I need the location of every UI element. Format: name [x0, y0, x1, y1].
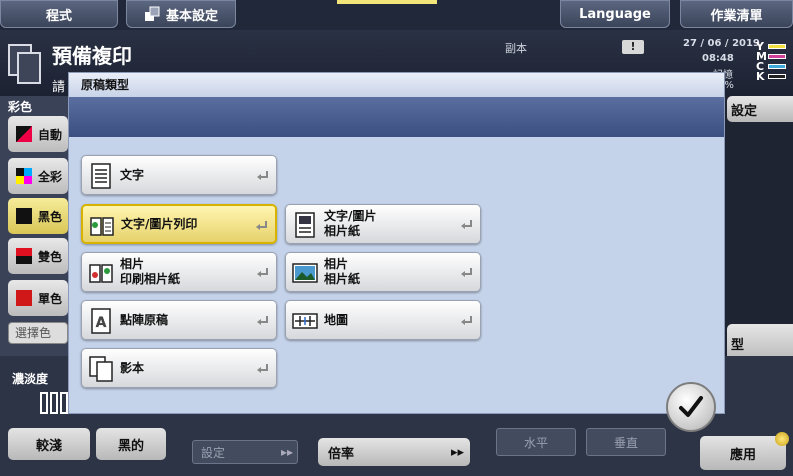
- horizontal-button[interactable]: 水平: [496, 428, 576, 456]
- option-text[interactable]: 文字: [81, 155, 277, 195]
- option-dot-matrix[interactable]: A 點陣原稿: [81, 300, 277, 340]
- double-arrow-icon: ▸▸: [450, 444, 464, 460]
- enter-arrow-icon: [257, 316, 268, 325]
- job-list-button[interactable]: 作業清單: [680, 0, 793, 28]
- date-display: 27 / 06 / 2019: [683, 38, 760, 49]
- option-text-photo-paper[interactable]: 文字/圖片 相片紙: [285, 204, 481, 244]
- option-photo-printed-line1: 相片: [120, 257, 145, 271]
- basic-settings-button[interactable]: 基本設定: [126, 0, 236, 28]
- setting-button[interactable]: 設定 ▸▸: [192, 440, 298, 464]
- enter-arrow-icon: [461, 220, 472, 229]
- option-map[interactable]: 地圖: [285, 300, 481, 340]
- copies-label: 副本: [505, 42, 527, 55]
- color-single-button[interactable]: 單色: [8, 280, 68, 316]
- color-two-label: 雙色: [38, 249, 63, 264]
- option-copy-label: 影本: [120, 360, 145, 375]
- color-black-button[interactable]: 黑色: [8, 198, 68, 234]
- status-led-icon: [775, 432, 789, 446]
- basic-settings-label: 基本設定: [165, 8, 218, 24]
- lighter-button[interactable]: 較淺: [8, 428, 90, 460]
- zoom-button[interactable]: 倍率 ▸▸: [318, 438, 470, 466]
- text-document-icon: [91, 163, 111, 189]
- toner-levels: Y M C K: [756, 41, 767, 83]
- zoom-label: 倍率: [328, 446, 355, 462]
- printed-photo-icon: [89, 264, 113, 283]
- color-auto-label: 自動: [38, 127, 63, 142]
- color-two-button[interactable]: 雙色: [8, 238, 68, 274]
- darker-button[interactable]: 黑的: [96, 428, 166, 460]
- select-color-button[interactable]: 選擇色: [8, 322, 68, 344]
- book-icon: [90, 217, 114, 236]
- toner-c-bar: [768, 64, 786, 69]
- density-label: 濃淡度: [12, 372, 49, 386]
- text-photo-document-icon: [295, 212, 315, 238]
- apply-button[interactable]: 應用: [700, 436, 786, 470]
- enter-arrow-icon: [257, 171, 268, 180]
- double-arrow-icon: ▸▸: [280, 445, 293, 459]
- color-black-label: 黑色: [38, 209, 63, 224]
- color-full-button[interactable]: 全彩: [8, 158, 68, 194]
- color-full-label: 全彩: [38, 169, 63, 184]
- enter-arrow-icon: [257, 268, 268, 277]
- color-section-label: 彩色: [8, 100, 33, 114]
- warning-icon[interactable]: !: [622, 40, 644, 54]
- option-photo-paper-line1: 相片: [324, 257, 349, 271]
- top-bar: [0, 0, 793, 30]
- enter-arrow-icon: [461, 316, 472, 325]
- program-button[interactable]: 程式: [0, 0, 118, 28]
- single-color-icon: [16, 290, 32, 306]
- copied-document-icon: [89, 356, 113, 382]
- language-button[interactable]: Language: [560, 0, 670, 28]
- option-text-photo-printed[interactable]: 文字/圖片列印: [81, 204, 277, 244]
- option-text-label: 文字: [120, 167, 145, 182]
- dot-matrix-icon: A: [91, 308, 111, 334]
- full-color-icon: [16, 168, 32, 184]
- option-text-photo-paper-line2: 相片紙: [324, 224, 361, 238]
- option-dot-matrix-label: 點陣原稿: [120, 312, 169, 327]
- option-photo-paper[interactable]: 相片 相片紙: [285, 252, 481, 292]
- dialog-header-band: [69, 97, 724, 137]
- photo-landscape-icon: [292, 263, 318, 283]
- original-type-dialog: 原稿類型 文字 文字/圖片列印 文字/圖片 相片紙 相片 印刷相片紙 相片 相片…: [68, 72, 725, 414]
- black-color-icon: [16, 208, 32, 224]
- time-display: 08:48: [702, 53, 734, 64]
- enter-arrow-icon: [256, 221, 267, 230]
- checkmark-icon: [679, 396, 703, 417]
- enter-arrow-icon: [461, 268, 472, 277]
- vertical-button[interactable]: 垂直: [586, 428, 666, 456]
- setting-label: 設定: [201, 445, 226, 460]
- option-photo-printed[interactable]: 相片 印刷相片紙: [81, 252, 277, 292]
- settings-button[interactable]: 設定: [727, 96, 793, 122]
- option-copy[interactable]: 影本: [81, 348, 277, 388]
- ok-button[interactable]: [666, 382, 716, 432]
- color-single-label: 單色: [38, 291, 63, 306]
- two-color-icon: [16, 248, 32, 264]
- copy-mode-icon: [8, 44, 41, 84]
- density-indicator-icon: [40, 392, 68, 414]
- status-message: 請: [52, 80, 66, 95]
- svg-text:A: A: [96, 315, 107, 331]
- toner-m-bar: [768, 54, 786, 59]
- option-map-label: 地圖: [324, 312, 349, 327]
- auto-color-icon: [16, 126, 32, 142]
- toner-k-bar: [768, 74, 786, 79]
- option-photo-paper-line2: 相片紙: [324, 272, 361, 286]
- option-text-photo-paper-line1: 文字/圖片: [324, 209, 377, 223]
- option-text-photo-printed-label: 文字/圖片列印: [121, 216, 198, 231]
- page-title: 預備複印: [52, 44, 132, 68]
- status-indicator-bar: [337, 0, 437, 4]
- map-icon: [292, 313, 318, 329]
- toner-k-label: K: [756, 70, 765, 83]
- color-auto-button[interactable]: 自動: [8, 116, 68, 152]
- option-photo-printed-line2: 印刷相片紙: [120, 272, 181, 286]
- dialog-title: 原稿類型: [69, 73, 724, 97]
- settings-icon: [144, 6, 160, 21]
- toner-y-bar: [768, 44, 786, 49]
- enter-arrow-icon: [257, 364, 268, 373]
